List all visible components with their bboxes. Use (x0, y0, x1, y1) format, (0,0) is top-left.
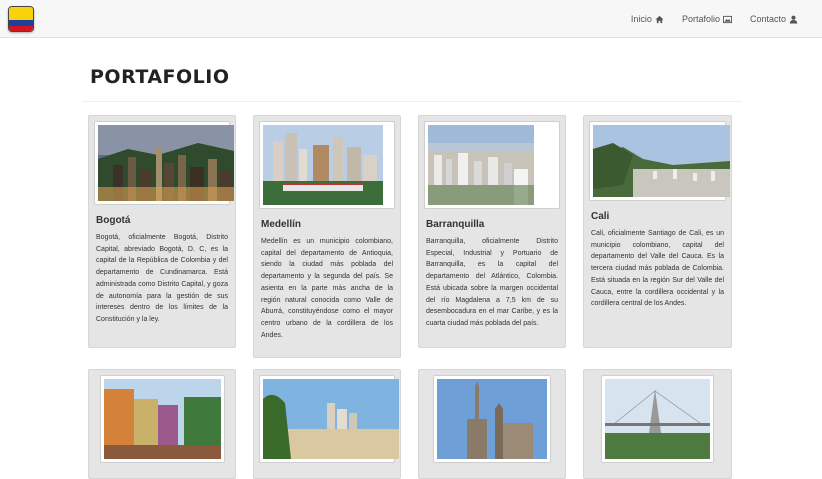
card-title: Medellín (261, 219, 302, 230)
card-description: Cali, oficialmente Santiago de Cali, es … (591, 230, 724, 308)
city-photo[interactable] (99, 375, 225, 463)
bogota-photo[interactable] (94, 121, 234, 205)
nav-link-portafolio[interactable]: Portafolio (682, 14, 732, 24)
city-card-row2-1 (88, 369, 236, 479)
city-card-row2-4 (583, 369, 732, 479)
city-photo[interactable] (433, 375, 551, 463)
title-divider (82, 101, 742, 102)
medellin-photo[interactable] (259, 121, 395, 209)
navbar: Inicio Portafolio Contacto (0, 0, 822, 38)
card-description: Medellín es un municipio colombiano, cap… (261, 238, 393, 339)
city-photo[interactable] (259, 375, 399, 463)
city-photo[interactable] (601, 375, 714, 463)
card-title: Barranquilla (426, 219, 485, 230)
city-card-cali: Cali Cali, oficialmente Santiago de Cali… (583, 115, 732, 348)
colombia-flag-logo[interactable] (8, 6, 34, 32)
cali-photo[interactable] (589, 121, 730, 201)
barranquilla-photo[interactable] (424, 121, 560, 209)
city-card-bogota: Bogotá Bogotá, oficialmente Bogotá, Dist… (88, 115, 236, 348)
nav-link-contacto[interactable]: Contacto (750, 14, 798, 24)
nav-link-inicio[interactable]: Inicio (631, 14, 664, 24)
home-icon (655, 15, 664, 23)
nav-link-inicio-label: Inicio (630, 14, 652, 24)
nav-link-portafolio-label: Portafolio (681, 14, 720, 24)
card-description: Bogotá, oficialmente Bogotá, Distrito Ca… (96, 234, 228, 323)
card-title: Cali (591, 211, 610, 222)
city-card-row2-3 (418, 369, 566, 479)
city-card-medellin: Medellín Medellín es un municipio colomb… (253, 115, 401, 358)
city-card-row2-2 (253, 369, 401, 479)
nav-link-contacto-label: Contacto (749, 14, 786, 24)
user-icon (789, 15, 798, 24)
city-card-barranquilla: Barranquilla Barranquilla, oficialmente … (418, 115, 566, 348)
nav-links: Inicio Portafolio Contacto (631, 0, 798, 38)
picture-icon (722, 15, 732, 23)
card-title: Bogotá (96, 215, 131, 226)
card-description: Barranquilla, oficialmente Distrito Espe… (426, 238, 558, 327)
page-title: PORTAFOLIO (90, 66, 230, 88)
